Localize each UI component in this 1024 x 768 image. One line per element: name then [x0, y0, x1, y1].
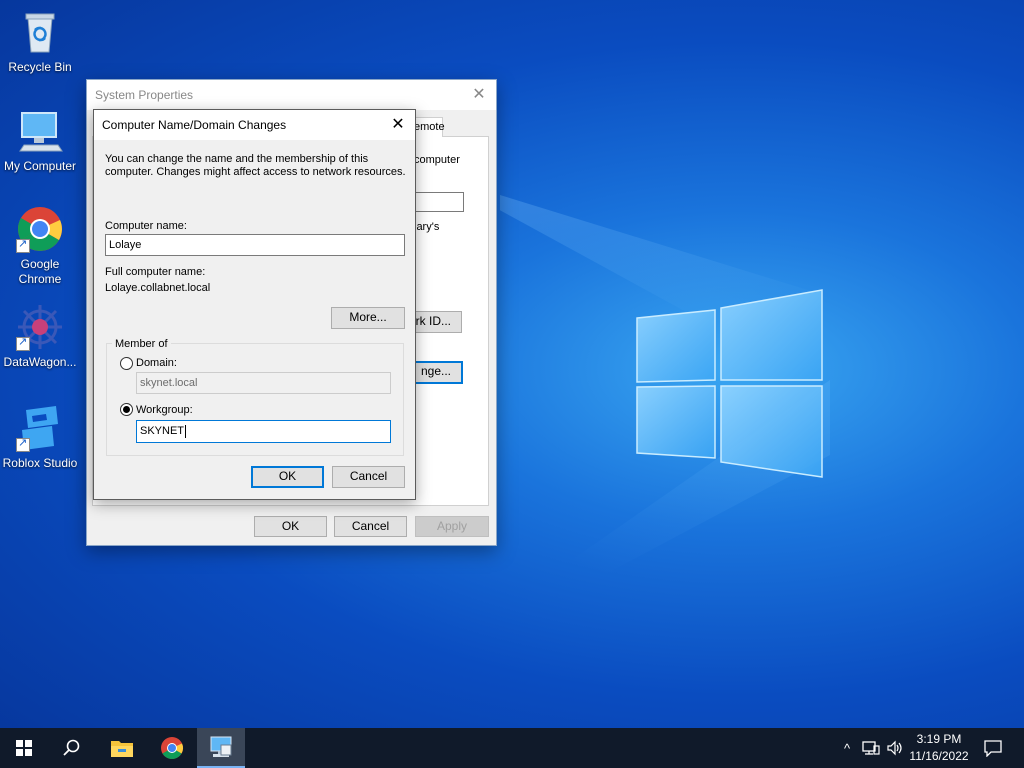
- dialog-cancel-button[interactable]: Cancel: [332, 466, 405, 488]
- shortcut-arrow-icon: [16, 335, 30, 351]
- search-icon: [63, 739, 80, 756]
- clock-date: 11/16/2022: [909, 749, 969, 763]
- taskbar-file-explorer[interactable]: [98, 728, 146, 768]
- chrome-icon: [16, 205, 64, 253]
- full-computer-name-value: Lolaye.collabnet.local: [105, 282, 211, 294]
- computer-name-field[interactable]: Lolaye: [105, 234, 405, 256]
- computer-name-dialog: Computer Name/Domain Changes ✕ You can c…: [93, 109, 416, 500]
- desktop-icon-roblox-studio[interactable]: Roblox Studio: [0, 404, 80, 471]
- close-icon[interactable]: ✕: [468, 84, 490, 106]
- dialog-titlebar[interactable]: Computer Name/Domain Changes: [94, 110, 415, 140]
- windows-wallpaper-logo: [636, 289, 823, 478]
- desktop-icon-my-computer[interactable]: My Computer: [0, 107, 80, 174]
- notification-icon: [984, 739, 1002, 757]
- system-properties-titlebar[interactable]: System Properties ✕: [87, 80, 496, 110]
- full-computer-name-label: Full computer name:: [105, 266, 206, 278]
- desktop-icon-datawagon[interactable]: DataWagon...: [0, 303, 80, 370]
- system-ok-button[interactable]: OK: [254, 516, 327, 537]
- desktop-icon-label: My Computer: [3, 159, 77, 173]
- desktop-icon-recycle-bin[interactable]: Recycle Bin: [0, 8, 80, 75]
- computer-description-text: computer: [414, 154, 460, 166]
- computer-icon: [16, 107, 64, 155]
- text-caret: [185, 424, 187, 438]
- taskbar-system-properties[interactable]: [197, 728, 245, 768]
- desktop-icon-label: Roblox Studio: [2, 456, 78, 470]
- domain-label[interactable]: Domain:: [136, 357, 177, 370]
- dialog-title: Computer Name/Domain Changes: [102, 118, 287, 132]
- network-id-button[interactable]: ork ID...: [408, 311, 462, 333]
- dialog-description-line1: You can change the name and the membersh…: [105, 153, 369, 165]
- domain-radio[interactable]: [120, 357, 133, 370]
- shortcut-arrow-icon: [16, 237, 30, 253]
- file-explorer-icon: [111, 741, 133, 757]
- member-of-label: Member of: [112, 338, 171, 350]
- tray-volume[interactable]: [884, 728, 906, 768]
- roblox-studio-icon: [16, 404, 64, 452]
- workgroup-label[interactable]: Workgroup:: [136, 404, 193, 417]
- desktop-icon-label: Recycle Bin: [8, 60, 72, 74]
- tray-chevron[interactable]: ^: [838, 728, 856, 768]
- window-title: System Properties: [95, 88, 194, 102]
- desktop-icon-label: DataWagon...: [3, 355, 77, 369]
- system-apply-button[interactable]: Apply: [415, 516, 489, 537]
- dialog-description-line2: computer. Changes might affect access to…: [105, 166, 406, 178]
- search-button[interactable]: [48, 728, 96, 768]
- organization-text: lary's: [414, 221, 440, 233]
- recycle-bin-icon: [16, 8, 64, 56]
- datawagon-icon: [16, 303, 64, 351]
- chevron-up-icon: ^: [843, 740, 851, 756]
- workgroup-value: SKYNET: [140, 425, 185, 437]
- start-button[interactable]: [0, 728, 48, 768]
- chrome-icon: [161, 737, 183, 759]
- taskbar-chrome[interactable]: [148, 728, 196, 768]
- shortcut-arrow-icon: [16, 436, 30, 452]
- system-properties-icon: [210, 736, 232, 757]
- volume-icon: [887, 740, 902, 756]
- taskbar: ^ 3:19 PM 11/16/2022: [0, 728, 1024, 768]
- tray-network[interactable]: [860, 728, 882, 768]
- change-button[interactable]: nge...: [408, 361, 463, 384]
- desktop-icon-label: Google Chrome: [18, 257, 62, 286]
- close-icon[interactable]: ✕: [387, 114, 409, 136]
- desktop-icon-google-chrome[interactable]: Google Chrome: [0, 205, 80, 287]
- action-center-button[interactable]: [978, 728, 1008, 768]
- computer-description-field[interactable]: [410, 192, 464, 212]
- more-button[interactable]: More...: [331, 307, 405, 329]
- computer-name-label: Computer name:: [105, 220, 187, 232]
- windows-start-icon: [16, 740, 32, 756]
- tray-clock[interactable]: 3:19 PM 11/16/2022: [904, 731, 974, 765]
- dialog-ok-button[interactable]: OK: [251, 466, 324, 488]
- workgroup-field[interactable]: SKYNET: [136, 420, 391, 443]
- clock-time: 3:19 PM: [916, 732, 962, 746]
- system-cancel-button[interactable]: Cancel: [334, 516, 407, 537]
- network-icon: [862, 741, 880, 755]
- domain-field[interactable]: skynet.local: [136, 372, 391, 394]
- workgroup-radio[interactable]: [120, 403, 133, 416]
